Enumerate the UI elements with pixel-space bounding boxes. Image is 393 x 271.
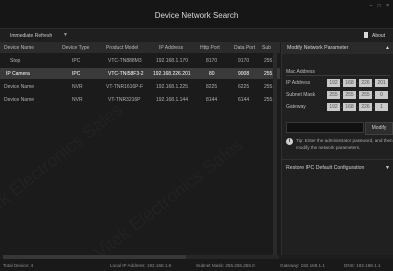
subnet-mask-label: Subnet Mask [286, 92, 316, 98]
gateway-octet-4[interactable]: 1 [375, 103, 388, 111]
window-controls: – □ × [365, 3, 389, 9]
status-total-devices: Total Device: 4 [3, 263, 34, 268]
gateway-octet-3[interactable]: 226 [359, 103, 372, 111]
status-bar: Total Device: 4 Local IP Address: 192.16… [0, 259, 393, 271]
refresh-dropdown-icon[interactable]: ▼ [63, 32, 68, 38]
ip-octet-2[interactable]: 168 [343, 79, 356, 87]
expand-icon[interactable]: ▼ [385, 165, 390, 171]
cell-data-port: 6144 [238, 97, 250, 103]
cell-product-model: VTC-TNI58F3-2 [108, 71, 144, 77]
minimize-button[interactable]: – [369, 3, 372, 9]
cell-ip-address: 192.168.1.225 [156, 84, 188, 90]
ip-octet-1[interactable]: 192 [327, 79, 340, 87]
cell-data-port: 6225 [238, 84, 250, 90]
ip-octet-3[interactable]: 226 [359, 79, 372, 87]
toolbar: Immediate Refresh ▼ About [0, 28, 393, 43]
ip-address-label: IP Address [286, 80, 311, 86]
cell-product-model: VT-TNR3216P [108, 97, 141, 103]
device-table: Device Name Device Type Product Model IP… [0, 42, 280, 255]
column-data-port[interactable]: Data Port [234, 45, 255, 51]
cell-device-name: Device Name [4, 84, 35, 90]
cell-ip-address: 192.168.1.170 [156, 58, 188, 64]
table-vertical-scrollbar[interactable] [273, 42, 277, 255]
gateway-octet-1[interactable]: 192 [327, 103, 340, 111]
collapse-icon[interactable]: ▲ [385, 45, 390, 51]
cell-device-name: Stop [10, 58, 21, 64]
title-bar: Device Network Search – □ × [0, 0, 393, 28]
ip-octet-4[interactable]: 201 [375, 79, 388, 87]
cell-ip-address: 192.168.226.201 [153, 71, 191, 77]
cell-device-name: Device Name [4, 97, 35, 103]
restore-default-config[interactable]: Restore IPC Default Configuration [286, 165, 364, 171]
column-device-type[interactable]: Device Type [62, 45, 89, 51]
tip-text: Tip: Enter the administrator password, a… [296, 138, 393, 150]
cell-device-name: IP Camera [6, 71, 30, 77]
cell-http-port: 8225 [206, 84, 218, 90]
cell-product-model: VT-TNR1616P-F [106, 84, 144, 90]
panel-title: Modify Network Parameter [287, 45, 349, 51]
gateway-octet-2[interactable]: 168 [343, 103, 356, 111]
table-row[interactable]: Device Name NVR VT-TNR3216P 192.168.1.14… [0, 94, 280, 105]
cell-product-model: VTC-TN888M3 [108, 58, 142, 64]
close-button[interactable]: × [386, 3, 389, 9]
info-icon: i [286, 138, 293, 145]
subnet-octet-3[interactable]: 255 [359, 91, 372, 99]
mac-address-field [286, 75, 390, 76]
cell-http-port: 80 [209, 71, 215, 77]
column-ip-address[interactable]: IP Address [159, 45, 183, 51]
subnet-octet-1[interactable]: 255 [327, 91, 340, 99]
table-header: Device Name Device Type Product Model IP… [0, 42, 280, 53]
cell-data-port: 9170 [238, 58, 250, 64]
cell-ip-address: 192.168.1.144 [156, 97, 188, 103]
column-http-port[interactable]: Http Port [200, 45, 220, 51]
subnet-mask-input[interactable]: 255 . 255 . 255 . 0 [327, 91, 390, 99]
column-subnet[interactable]: Sub [262, 45, 271, 51]
immediate-refresh-button[interactable]: Immediate Refresh [10, 33, 52, 39]
modify-button[interactable]: Modify [365, 122, 393, 135]
cell-device-type: IPC [72, 71, 81, 77]
status-subnet-mask: Subnet Mask: 255.255.255.0 [196, 263, 255, 268]
subnet-octet-4[interactable]: 0 [375, 91, 388, 99]
gateway-label: Gateway [286, 104, 306, 110]
cell-http-port: 8170 [206, 58, 218, 64]
network-parameter-panel: Modify Network Parameter ▲ Mac Address I… [281, 42, 393, 255]
cell-device-type: IPC [72, 58, 81, 64]
subnet-octet-2[interactable]: 255 [343, 91, 356, 99]
column-product-model[interactable]: Product Model [106, 45, 138, 51]
cell-device-type: NVR [72, 97, 83, 103]
table-row-selected[interactable]: IP Camera IPC VTC-TNI58F3-2 192.168.226.… [0, 68, 280, 79]
column-device-name[interactable]: Device Name [4, 45, 34, 51]
password-input[interactable] [286, 122, 364, 133]
window-title: Device Network Search [154, 11, 239, 20]
table-row[interactable]: Device Name NVR VT-TNR1616P-F 192.168.1.… [0, 81, 280, 92]
maximize-button[interactable]: □ [378, 3, 381, 9]
status-dns: DNS: 192.168.1.1 [344, 263, 381, 268]
gateway-input[interactable]: 192 . 168 . 226 . 1 [327, 103, 390, 111]
status-gateway: Gateway: 192.168.1.1 [280, 263, 325, 268]
panel-divider [282, 159, 393, 160]
ip-address-input[interactable]: 192 . 168 . 226 . 201 [327, 79, 390, 87]
info-book-icon [364, 32, 368, 38]
status-local-ip: Local IP Address: 192.168.1.6 [110, 263, 172, 268]
cell-device-type: NVR [72, 84, 83, 90]
about-button[interactable]: About [372, 33, 385, 39]
cell-http-port: 8144 [206, 97, 218, 103]
panel-header[interactable]: Modify Network Parameter ▲ [282, 42, 393, 54]
table-row[interactable]: Stop IPC VTC-TN888M3 192.168.1.170 8170 … [0, 55, 280, 66]
cell-data-port: 9008 [238, 71, 250, 77]
